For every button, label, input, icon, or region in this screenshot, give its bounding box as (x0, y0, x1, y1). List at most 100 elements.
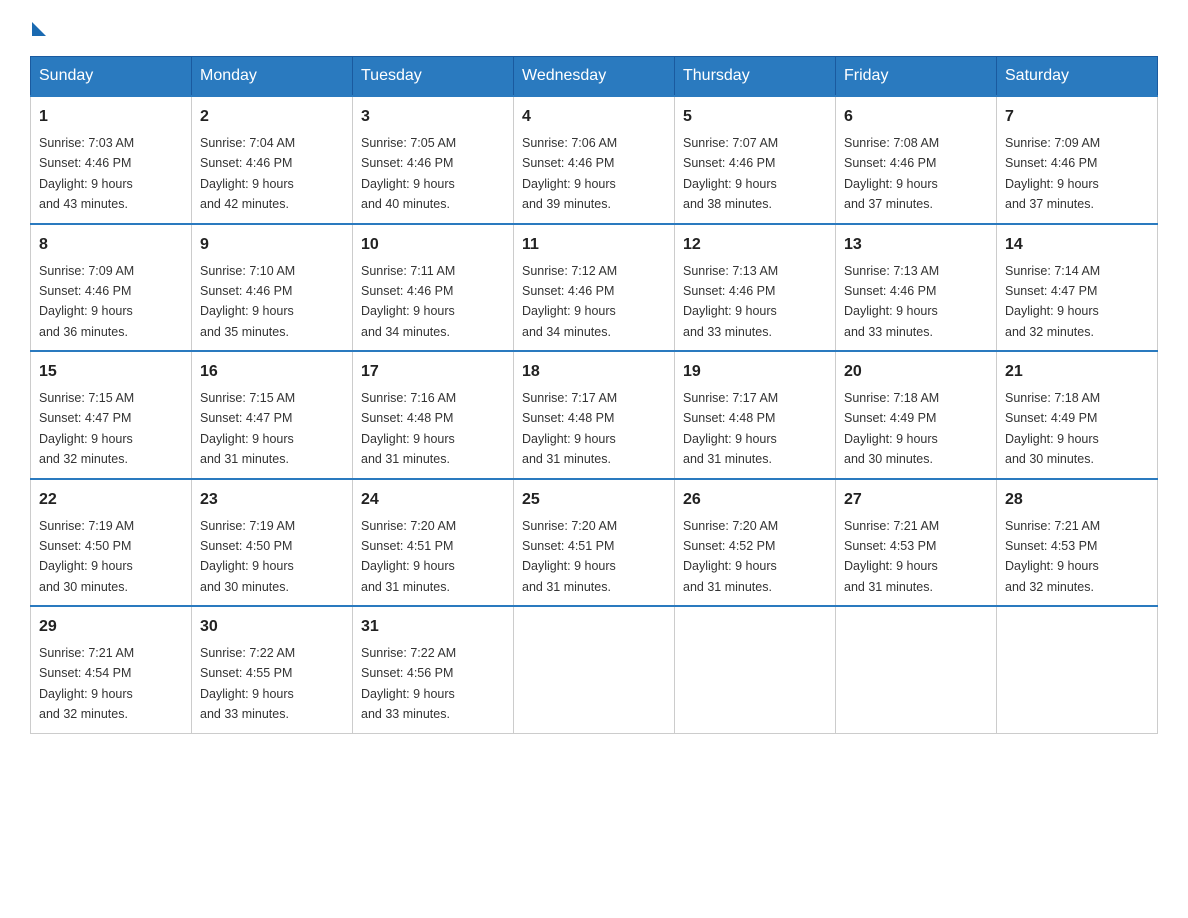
day-info: Sunrise: 7:20 AMSunset: 4:52 PMDaylight:… (683, 519, 778, 594)
day-number: 27 (844, 488, 988, 512)
calendar-cell: 14 Sunrise: 7:14 AMSunset: 4:47 PMDaylig… (997, 224, 1158, 352)
day-info: Sunrise: 7:18 AMSunset: 4:49 PMDaylight:… (844, 391, 939, 466)
calendar-cell: 4 Sunrise: 7:06 AMSunset: 4:46 PMDayligh… (514, 96, 675, 224)
day-number: 11 (522, 233, 666, 257)
day-info: Sunrise: 7:21 AMSunset: 4:54 PMDaylight:… (39, 646, 134, 721)
day-number: 13 (844, 233, 988, 257)
week-row: 1 Sunrise: 7:03 AMSunset: 4:46 PMDayligh… (31, 96, 1158, 224)
day-info: Sunrise: 7:13 AMSunset: 4:46 PMDaylight:… (844, 264, 939, 339)
calendar-cell: 2 Sunrise: 7:04 AMSunset: 4:46 PMDayligh… (192, 96, 353, 224)
day-info: Sunrise: 7:19 AMSunset: 4:50 PMDaylight:… (39, 519, 134, 594)
day-number: 18 (522, 360, 666, 384)
day-info: Sunrise: 7:09 AMSunset: 4:46 PMDaylight:… (1005, 136, 1100, 211)
day-info: Sunrise: 7:04 AMSunset: 4:46 PMDaylight:… (200, 136, 295, 211)
calendar-cell: 6 Sunrise: 7:08 AMSunset: 4:46 PMDayligh… (836, 96, 997, 224)
calendar-cell: 9 Sunrise: 7:10 AMSunset: 4:46 PMDayligh… (192, 224, 353, 352)
calendar-cell: 27 Sunrise: 7:21 AMSunset: 4:53 PMDaylig… (836, 479, 997, 607)
calendar-cell: 30 Sunrise: 7:22 AMSunset: 4:55 PMDaylig… (192, 606, 353, 733)
calendar-cell: 29 Sunrise: 7:21 AMSunset: 4:54 PMDaylig… (31, 606, 192, 733)
day-number: 2 (200, 105, 344, 129)
calendar-cell: 21 Sunrise: 7:18 AMSunset: 4:49 PMDaylig… (997, 351, 1158, 479)
calendar-cell: 11 Sunrise: 7:12 AMSunset: 4:46 PMDaylig… (514, 224, 675, 352)
day-number: 14 (1005, 233, 1149, 257)
day-number: 31 (361, 615, 505, 639)
day-info: Sunrise: 7:14 AMSunset: 4:47 PMDaylight:… (1005, 264, 1100, 339)
day-info: Sunrise: 7:22 AMSunset: 4:56 PMDaylight:… (361, 646, 456, 721)
day-number: 10 (361, 233, 505, 257)
week-row: 8 Sunrise: 7:09 AMSunset: 4:46 PMDayligh… (31, 224, 1158, 352)
calendar-cell: 28 Sunrise: 7:21 AMSunset: 4:53 PMDaylig… (997, 479, 1158, 607)
day-info: Sunrise: 7:06 AMSunset: 4:46 PMDaylight:… (522, 136, 617, 211)
day-info: Sunrise: 7:05 AMSunset: 4:46 PMDaylight:… (361, 136, 456, 211)
day-number: 19 (683, 360, 827, 384)
calendar-cell: 13 Sunrise: 7:13 AMSunset: 4:46 PMDaylig… (836, 224, 997, 352)
header-saturday: Saturday (997, 57, 1158, 97)
day-number: 15 (39, 360, 183, 384)
day-info: Sunrise: 7:13 AMSunset: 4:46 PMDaylight:… (683, 264, 778, 339)
day-info: Sunrise: 7:20 AMSunset: 4:51 PMDaylight:… (522, 519, 617, 594)
logo-triangle-icon (32, 22, 46, 36)
day-info: Sunrise: 7:17 AMSunset: 4:48 PMDaylight:… (522, 391, 617, 466)
day-info: Sunrise: 7:21 AMSunset: 4:53 PMDaylight:… (1005, 519, 1100, 594)
calendar-cell (675, 606, 836, 733)
day-info: Sunrise: 7:07 AMSunset: 4:46 PMDaylight:… (683, 136, 778, 211)
calendar-cell (836, 606, 997, 733)
day-info: Sunrise: 7:17 AMSunset: 4:48 PMDaylight:… (683, 391, 778, 466)
header-sunday: Sunday (31, 57, 192, 97)
calendar-cell: 1 Sunrise: 7:03 AMSunset: 4:46 PMDayligh… (31, 96, 192, 224)
day-number: 30 (200, 615, 344, 639)
day-info: Sunrise: 7:21 AMSunset: 4:53 PMDaylight:… (844, 519, 939, 594)
calendar-cell: 18 Sunrise: 7:17 AMSunset: 4:48 PMDaylig… (514, 351, 675, 479)
calendar-cell: 25 Sunrise: 7:20 AMSunset: 4:51 PMDaylig… (514, 479, 675, 607)
calendar-cell: 5 Sunrise: 7:07 AMSunset: 4:46 PMDayligh… (675, 96, 836, 224)
logo (30, 20, 46, 36)
day-info: Sunrise: 7:08 AMSunset: 4:46 PMDaylight:… (844, 136, 939, 211)
calendar-cell: 26 Sunrise: 7:20 AMSunset: 4:52 PMDaylig… (675, 479, 836, 607)
week-row: 15 Sunrise: 7:15 AMSunset: 4:47 PMDaylig… (31, 351, 1158, 479)
day-info: Sunrise: 7:15 AMSunset: 4:47 PMDaylight:… (39, 391, 134, 466)
day-number: 28 (1005, 488, 1149, 512)
day-number: 23 (200, 488, 344, 512)
day-info: Sunrise: 7:19 AMSunset: 4:50 PMDaylight:… (200, 519, 295, 594)
calendar-cell: 16 Sunrise: 7:15 AMSunset: 4:47 PMDaylig… (192, 351, 353, 479)
day-number: 6 (844, 105, 988, 129)
calendar-cell: 17 Sunrise: 7:16 AMSunset: 4:48 PMDaylig… (353, 351, 514, 479)
day-info: Sunrise: 7:16 AMSunset: 4:48 PMDaylight:… (361, 391, 456, 466)
day-number: 8 (39, 233, 183, 257)
day-number: 25 (522, 488, 666, 512)
weekday-header-row: Sunday Monday Tuesday Wednesday Thursday… (31, 57, 1158, 97)
header-thursday: Thursday (675, 57, 836, 97)
calendar-cell: 7 Sunrise: 7:09 AMSunset: 4:46 PMDayligh… (997, 96, 1158, 224)
calendar-cell: 20 Sunrise: 7:18 AMSunset: 4:49 PMDaylig… (836, 351, 997, 479)
day-number: 16 (200, 360, 344, 384)
week-row: 29 Sunrise: 7:21 AMSunset: 4:54 PMDaylig… (31, 606, 1158, 733)
day-number: 4 (522, 105, 666, 129)
day-number: 1 (39, 105, 183, 129)
header-tuesday: Tuesday (353, 57, 514, 97)
calendar-cell: 10 Sunrise: 7:11 AMSunset: 4:46 PMDaylig… (353, 224, 514, 352)
calendar-cell: 8 Sunrise: 7:09 AMSunset: 4:46 PMDayligh… (31, 224, 192, 352)
week-row: 22 Sunrise: 7:19 AMSunset: 4:50 PMDaylig… (31, 479, 1158, 607)
calendar-cell: 19 Sunrise: 7:17 AMSunset: 4:48 PMDaylig… (675, 351, 836, 479)
day-number: 7 (1005, 105, 1149, 129)
calendar-cell (514, 606, 675, 733)
calendar-cell: 23 Sunrise: 7:19 AMSunset: 4:50 PMDaylig… (192, 479, 353, 607)
calendar-cell (997, 606, 1158, 733)
page-header (30, 20, 1158, 36)
day-number: 17 (361, 360, 505, 384)
day-number: 5 (683, 105, 827, 129)
day-number: 21 (1005, 360, 1149, 384)
day-info: Sunrise: 7:20 AMSunset: 4:51 PMDaylight:… (361, 519, 456, 594)
day-info: Sunrise: 7:18 AMSunset: 4:49 PMDaylight:… (1005, 391, 1100, 466)
calendar-cell: 15 Sunrise: 7:15 AMSunset: 4:47 PMDaylig… (31, 351, 192, 479)
calendar-cell: 31 Sunrise: 7:22 AMSunset: 4:56 PMDaylig… (353, 606, 514, 733)
calendar-cell: 24 Sunrise: 7:20 AMSunset: 4:51 PMDaylig… (353, 479, 514, 607)
day-number: 26 (683, 488, 827, 512)
day-info: Sunrise: 7:15 AMSunset: 4:47 PMDaylight:… (200, 391, 295, 466)
day-info: Sunrise: 7:22 AMSunset: 4:55 PMDaylight:… (200, 646, 295, 721)
day-number: 24 (361, 488, 505, 512)
header-friday: Friday (836, 57, 997, 97)
calendar-cell: 3 Sunrise: 7:05 AMSunset: 4:46 PMDayligh… (353, 96, 514, 224)
calendar-cell: 22 Sunrise: 7:19 AMSunset: 4:50 PMDaylig… (31, 479, 192, 607)
calendar-table: Sunday Monday Tuesday Wednesday Thursday… (30, 56, 1158, 734)
